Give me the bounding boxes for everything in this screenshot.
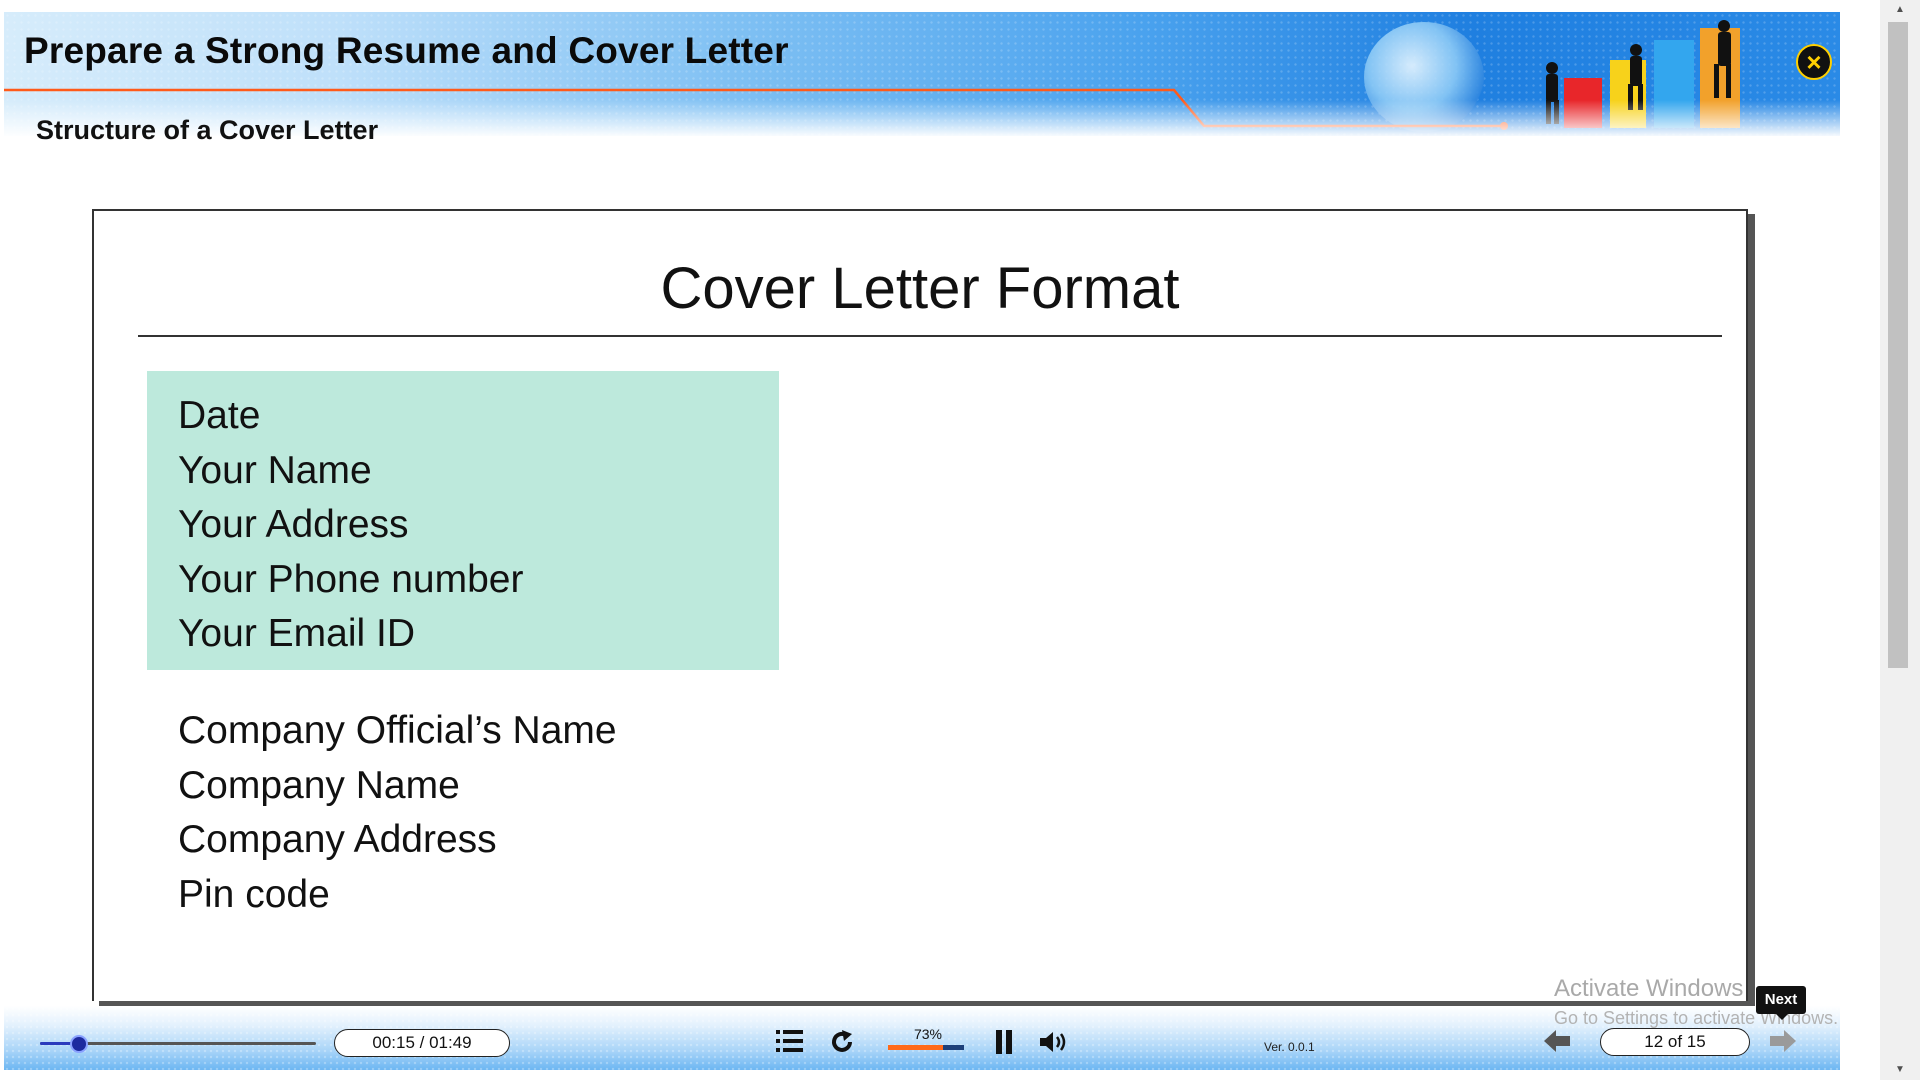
course-title: Prepare a Strong Resume and Cover Letter <box>24 30 789 71</box>
pause-icon[interactable] <box>994 1028 1014 1056</box>
volume-level <box>888 1045 944 1050</box>
recipient-line: Company Official’s Name <box>178 709 617 752</box>
next-arrow-icon[interactable] <box>1770 1030 1796 1052</box>
prev-arrow-icon[interactable] <box>1544 1030 1570 1052</box>
sender-line: Date <box>178 394 261 437</box>
sender-line: Your Email ID <box>178 612 415 655</box>
version-label: Ver. 0.0.1 <box>1264 1040 1315 1054</box>
volume-percent-label: 73% <box>913 1026 943 1042</box>
replay-icon[interactable] <box>828 1028 856 1056</box>
slide-heading: Cover Letter Format <box>660 256 1180 321</box>
sender-line: Your Address <box>178 503 409 546</box>
volume-slider[interactable] <box>888 1045 964 1050</box>
seek-bar[interactable] <box>40 1035 316 1053</box>
time-display: 00:15 / 01:49 <box>334 1029 510 1057</box>
page-counter: 12 of 15 <box>1600 1028 1750 1056</box>
scrollbar-thumb[interactable] <box>1888 22 1908 668</box>
tooltip-pointer <box>1776 1014 1788 1020</box>
recipient-line: Pin code <box>178 873 330 916</box>
scroll-down-arrow-icon[interactable]: ▼ <box>1880 1060 1920 1080</box>
sender-line: Your Phone number <box>178 558 524 601</box>
next-tooltip: Next <box>1756 986 1806 1014</box>
page-scrollbar[interactable]: ▲ ▼ <box>1880 0 1920 1080</box>
close-icon[interactable]: × <box>1796 44 1832 80</box>
sender-line: Your Name <box>178 449 372 492</box>
section-title: Structure of a Cover Letter <box>36 115 379 145</box>
menu-icon[interactable] <box>776 1028 804 1054</box>
recipient-line: Company Address <box>178 818 497 861</box>
slide-content: Cover Letter Format Date Your Name Your … <box>92 209 1748 1001</box>
volume-icon[interactable] <box>1038 1030 1068 1054</box>
recipient-line: Company Name <box>178 764 460 807</box>
scroll-up-arrow-icon[interactable]: ▲ <box>1880 0 1920 20</box>
heading-divider <box>138 335 1722 337</box>
activation-watermark-title: Activate Windows <box>1554 975 1744 1002</box>
seek-handle[interactable] <box>69 1035 88 1053</box>
